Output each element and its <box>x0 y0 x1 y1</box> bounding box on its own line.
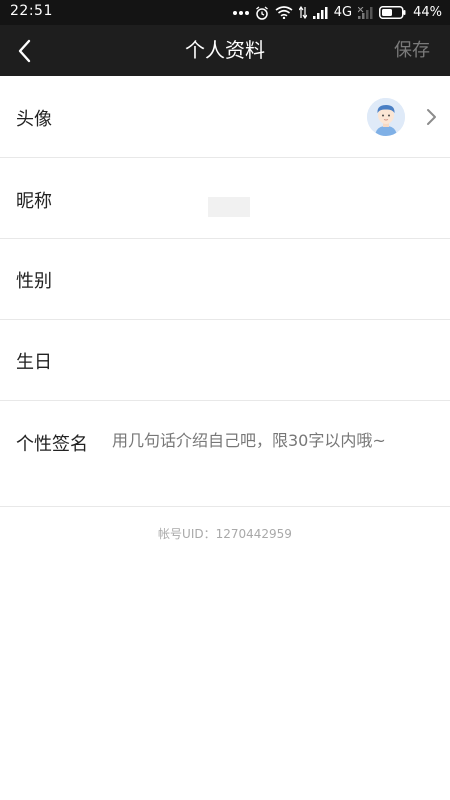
signature-label: 个性签名 <box>16 434 88 455</box>
birthday-label: 生日 <box>16 352 52 373</box>
status-time: 22:51 <box>10 3 53 19</box>
wifi-icon <box>275 6 293 19</box>
battery-icon <box>379 6 407 19</box>
signature-input[interactable] <box>112 431 432 450</box>
data-arrows-icon <box>298 6 307 19</box>
avatar[interactable] <box>367 98 405 136</box>
nickname-label: 昵称 <box>16 191 52 212</box>
status-icons: 4G 44% <box>232 0 442 25</box>
nickname-value[interactable] <box>208 197 250 217</box>
dots-icon <box>232 10 249 16</box>
page-title: 个人资料 <box>185 38 265 62</box>
birthday-row[interactable]: 生日 <box>0 320 450 401</box>
signature-row: 个性签名 <box>0 401 450 507</box>
signal-icon <box>312 6 328 19</box>
back-arrow-icon[interactable] <box>12 38 38 64</box>
save-button[interactable]: 保存 <box>394 25 430 76</box>
signal-weak-icon <box>358 6 373 19</box>
account-uid: 帐号UID：1270442959 <box>158 527 292 541</box>
nav-bar: 个人资料 保存 <box>0 25 450 76</box>
chevron-right-icon <box>424 108 438 126</box>
battery-percent: 44% <box>413 5 442 20</box>
gender-label: 性别 <box>16 271 52 292</box>
alarm-icon <box>255 5 269 20</box>
avatar-label: 头像 <box>16 109 52 130</box>
avatar-row[interactable]: 头像 <box>0 76 450 158</box>
network-type: 4G <box>333 5 353 20</box>
gender-row[interactable]: 性别 <box>0 239 450 320</box>
status-bar: 22:51 4G 44% <box>0 0 450 25</box>
nickname-row[interactable]: 昵称 <box>0 158 450 239</box>
